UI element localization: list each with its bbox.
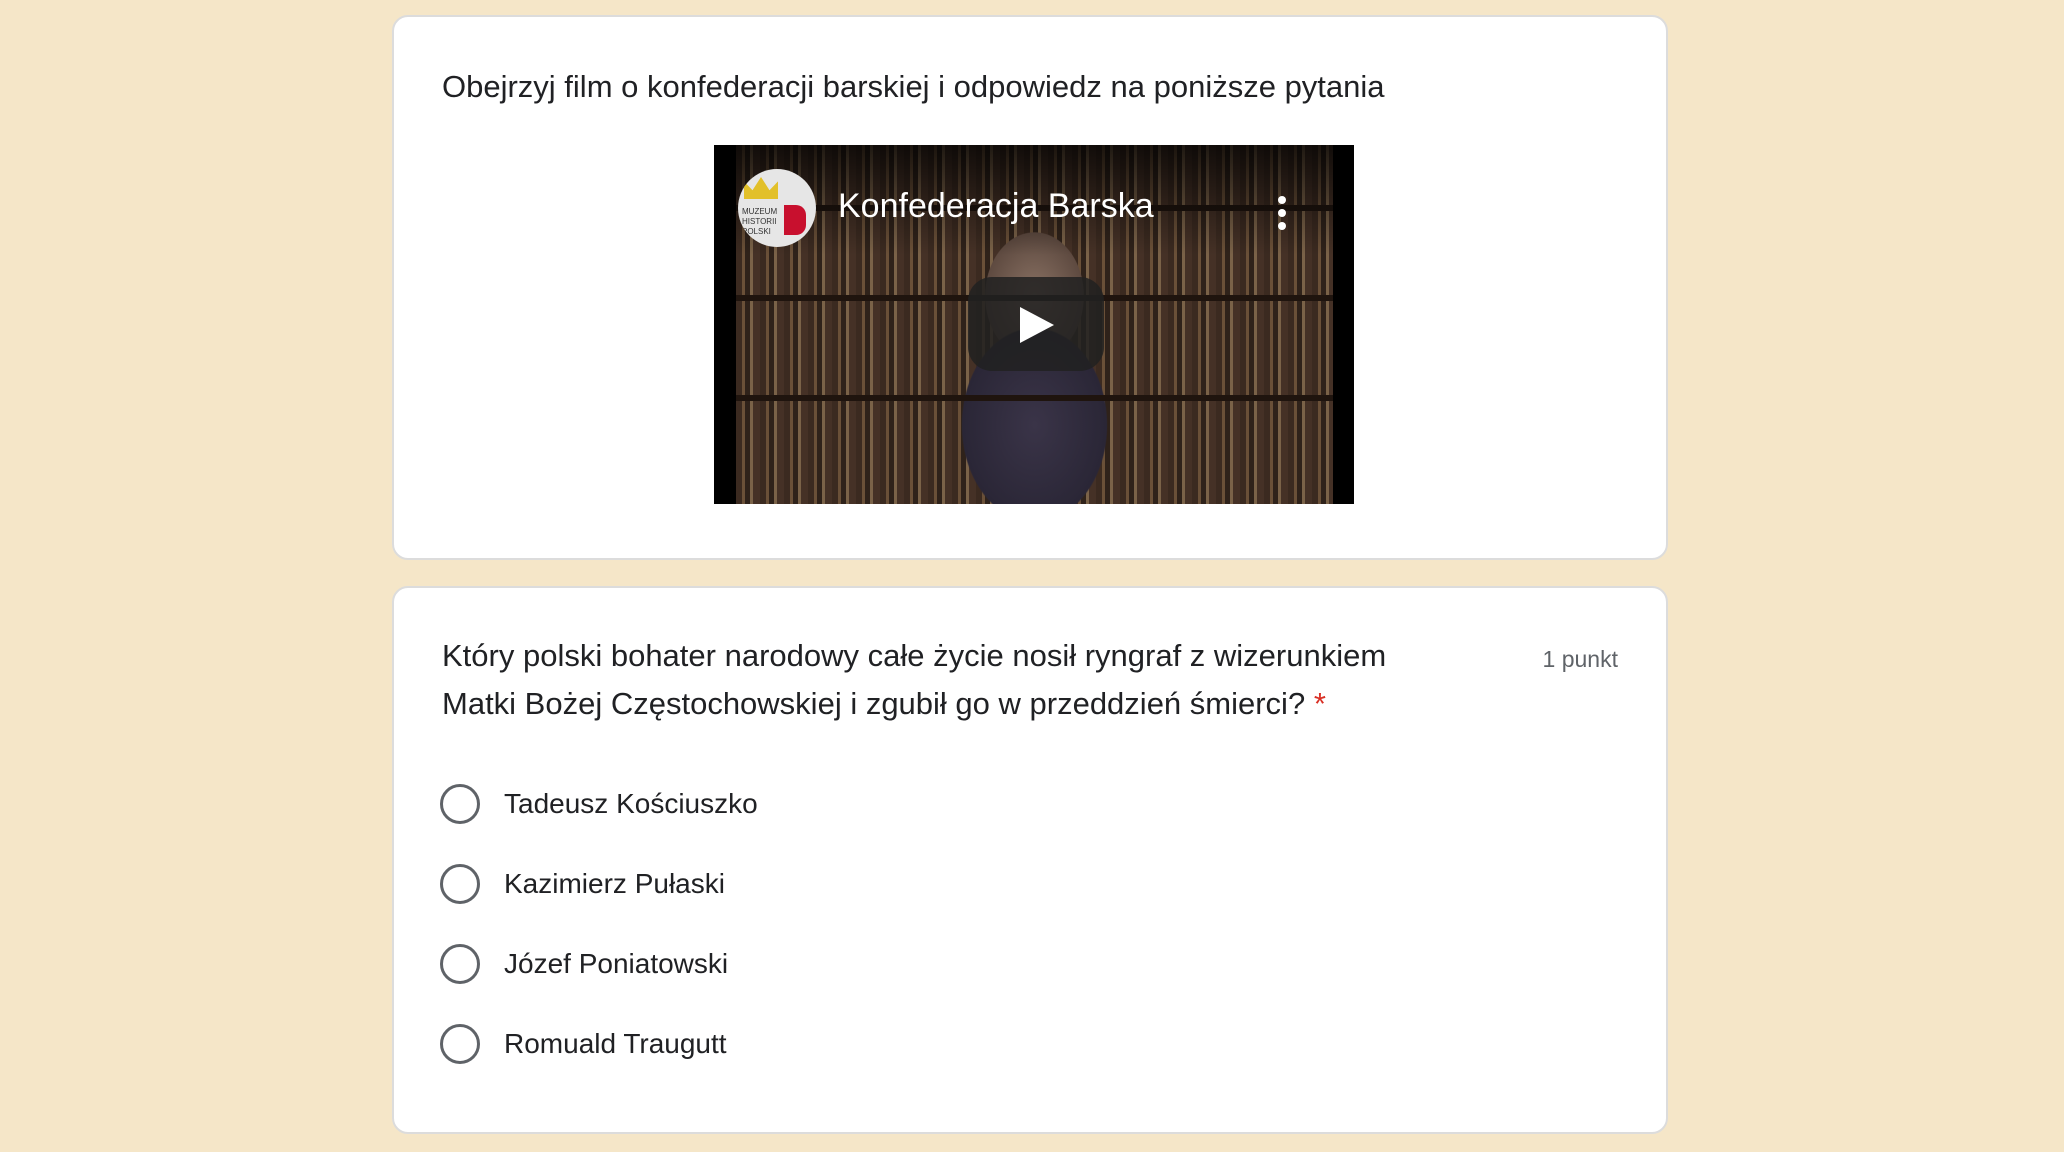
radio-button[interactable] [440, 944, 480, 984]
option-item[interactable]: Tadeusz Kościuszko [440, 784, 1140, 864]
youtube-embed[interactable]: MUZEUM HISTORII POLSKI Konfederacja Bars… [714, 145, 1354, 504]
play-button[interactable] [968, 277, 1104, 371]
channel-logo[interactable]: MUZEUM HISTORII POLSKI [738, 169, 816, 247]
video-card: Obejrzyj film o konfederacji barskiej i … [392, 15, 1668, 560]
question-text: Który polski bohater narodowy całe życie… [442, 638, 1387, 721]
option-label[interactable]: Józef Poniatowski [504, 946, 728, 982]
option-label[interactable]: Kazimierz Pułaski [504, 866, 725, 902]
radio-button[interactable] [440, 1024, 480, 1064]
section-title: Obejrzyj film o konfederacji barskiej i … [442, 69, 1385, 104]
play-icon [1020, 307, 1054, 343]
option-label[interactable]: Romuald Traugutt [504, 1026, 727, 1062]
video-title-link[interactable]: Konfederacja Barska [838, 187, 1154, 226]
option-item[interactable]: Kazimierz Pułaski [440, 864, 1140, 944]
radio-button[interactable] [440, 784, 480, 824]
crown-icon [744, 177, 778, 199]
channel-logo-text: MUZEUM HISTORII POLSKI [742, 207, 778, 236]
option-label[interactable]: Tadeusz Kościuszko [504, 786, 758, 822]
shelf-line [736, 395, 1333, 401]
points-label: 1 punkt [1542, 646, 1618, 672]
radio-button[interactable] [440, 864, 480, 904]
question-title: Który polski bohater narodowy całe życie… [442, 632, 1452, 728]
flag-icon [784, 205, 806, 235]
answer-options: Tadeusz Kościuszko Kazimierz Pułaski Józ… [440, 784, 1140, 1104]
more-vert-icon[interactable] [1274, 195, 1290, 231]
option-item[interactable]: Romuald Traugutt [440, 1024, 1140, 1104]
required-marker: * [1313, 686, 1326, 721]
option-item[interactable]: Józef Poniatowski [440, 944, 1140, 1024]
question-card: Który polski bohater narodowy całe życie… [392, 586, 1668, 1134]
